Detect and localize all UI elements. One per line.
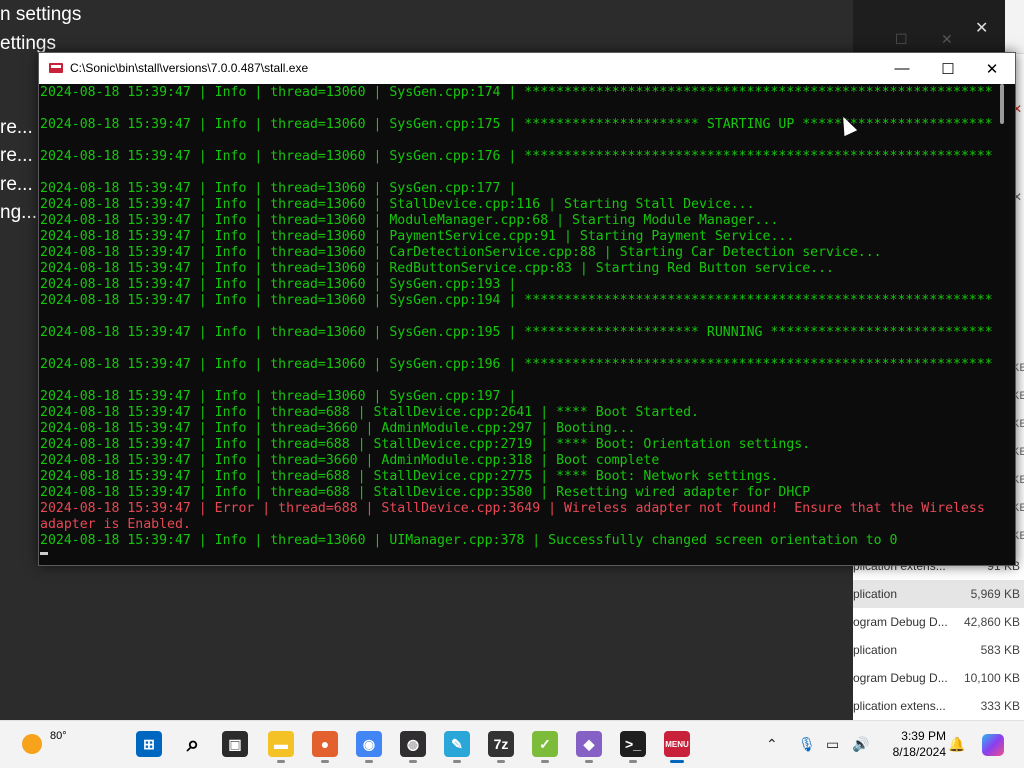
file-name: plication [853,587,898,601]
console-line: 2024-08-18 15:39:47 | Info | thread=1306… [40,245,882,260]
running-indicator [453,760,461,763]
file-size: 10,100 KB [963,671,1020,685]
console-line: 2024-08-18 15:39:47 | Info | thread=1306… [40,213,779,228]
background-text: n settings [0,4,82,25]
start-icon[interactable]: ⊞ [136,731,162,757]
file-size: 42,860 KB [963,615,1020,629]
file-row[interactable]: ogram Debug D... 10,100 KB [853,664,1024,692]
running-indicator [321,760,329,763]
console-line: 2024-08-18 15:39:47 | Info | thread=688 … [40,437,811,452]
close-icon: ✕ [985,60,999,78]
maximize-button[interactable]: ☐ [925,53,971,84]
app-icon [49,63,63,73]
maximize-icon[interactable]: ☐ [895,31,908,48]
paint-icon[interactable]: ✎ [444,731,470,757]
chevron-up-icon[interactable]: ⌃ [766,736,778,753]
console-line: 2024-08-18 15:39:47 | Info | thread=1306… [40,357,993,372]
running-indicator [365,760,373,763]
file-row[interactable]: plication extens... 333 KB [853,692,1024,720]
file-name: ogram Debug D... [853,615,948,629]
close-icon[interactable]: ✕ [941,31,953,48]
console-line: 2024-08-18 15:39:47 | Info | thread=1306… [40,181,517,196]
maximize-icon: ☐ [941,60,955,78]
scrollbar-thumb[interactable] [1000,84,1004,124]
clock-date: 8/18/2024 [892,745,946,759]
weather-sun-icon [22,734,42,754]
task-view-icon[interactable]: ▣ [222,731,248,757]
network-icon[interactable]: ▭ [826,736,839,753]
console-titlebar[interactable]: C:\Sonic\bin\stall\versions\7.0.0.487\st… [39,53,1015,84]
file-size: 583 KB [980,643,1020,657]
console-line: 2024-08-18 15:39:47 | Info | thread=688 … [40,485,811,500]
file-name: plication extens... [853,699,946,713]
weather-temperature: 80° [50,730,67,742]
running-indicator [277,760,285,763]
chrome-icon[interactable]: ◉ [356,731,382,757]
visual-studio-icon[interactable]: ◆ [576,731,602,757]
minimize-icon: — [894,60,910,77]
console-line: 2024-08-18 15:39:47 | Info | thread=1306… [40,293,993,308]
minimize-button[interactable]: — [879,53,925,84]
background-text: ng... [0,202,37,223]
system-clock[interactable]: 3:39 PM 8/18/2024 [880,728,946,760]
terminal-icon[interactable]: >_ [620,731,646,757]
copilot-icon[interactable] [982,734,1004,756]
running-indicator [629,760,637,763]
console-line: 2024-08-18 15:39:47 | Info | thread=1306… [40,325,993,340]
console-line: 2024-08-18 15:39:47 | Info | thread=1306… [40,389,517,404]
window-title: C:\Sonic\bin\stall\versions\7.0.0.487\st… [70,61,309,75]
notepad-plus-icon[interactable]: ✓ [532,731,558,757]
console-line: adapter is Enabled. [40,517,191,532]
firefox-icon[interactable]: ● [312,731,338,757]
7zip-icon[interactable]: 7z [488,731,514,757]
running-indicator [670,760,684,763]
console-line: 2024-08-18 15:39:47 | Error | thread=688… [40,501,985,516]
volume-icon[interactable]: 🔊 [852,736,869,753]
file-row[interactable]: plication 5,969 KB [853,580,1024,608]
file-size: 333 KB [980,699,1020,713]
running-indicator [541,760,549,763]
console-line: 2024-08-18 15:39:47 | Info | thread=3660… [40,421,636,436]
stall-app-icon[interactable]: MENU [664,731,690,757]
close-icon[interactable]: ✕ [975,18,988,38]
running-indicator [585,760,593,763]
console-line: 2024-08-18 15:39:47 | Info | thread=1306… [40,85,993,100]
running-indicator [409,760,417,763]
clock-time: 3:39 PM [901,729,946,743]
console-line: 2024-08-18 15:39:47 | Info | thread=1306… [40,533,898,548]
obs-icon[interactable]: ◍ [400,731,426,757]
running-indicator [497,760,505,763]
microphone-icon[interactable]: 🎙 [798,736,816,753]
file-size: 5,969 KB [970,587,1020,601]
file-explorer-icon[interactable]: ▬ [268,731,294,757]
console-line: 2024-08-18 15:39:47 | Info | thread=1306… [40,197,755,212]
file-row[interactable]: plication 583 KB [853,636,1024,664]
close-button[interactable]: ✕ [969,53,1015,84]
console-line: 2024-08-18 15:39:47 | Info | thread=688 … [40,469,779,484]
console-window[interactable]: C:\Sonic\bin\stall\versions\7.0.0.487\st… [38,52,1016,566]
console-line: 2024-08-18 15:39:47 | Info | thread=688 … [40,405,699,420]
file-row[interactable]: ogram Debug D... 42,860 KB [853,608,1024,636]
notification-bell-icon[interactable]: 🔔 [948,736,965,753]
vertical-scrollbar[interactable] [998,84,1007,565]
console-line: 2024-08-18 15:39:47 | Info | thread=3660… [40,453,660,468]
file-name: plication [853,643,898,657]
console-line: 2024-08-18 15:39:47 | Info | thread=1306… [40,229,795,244]
text-cursor [40,552,48,555]
search-icon[interactable]: ⌕ [180,731,206,757]
console-line: 2024-08-18 15:39:47 | Info | thread=1306… [40,277,517,292]
file-name: ogram Debug D... [853,671,948,685]
console-output[interactable]: 2024-08-18 15:39:47 | Info | thread=1306… [39,84,999,565]
console-line: 2024-08-18 15:39:47 | Info | thread=1306… [40,149,993,164]
console-line: 2024-08-18 15:39:47 | Info | thread=1306… [40,261,834,276]
